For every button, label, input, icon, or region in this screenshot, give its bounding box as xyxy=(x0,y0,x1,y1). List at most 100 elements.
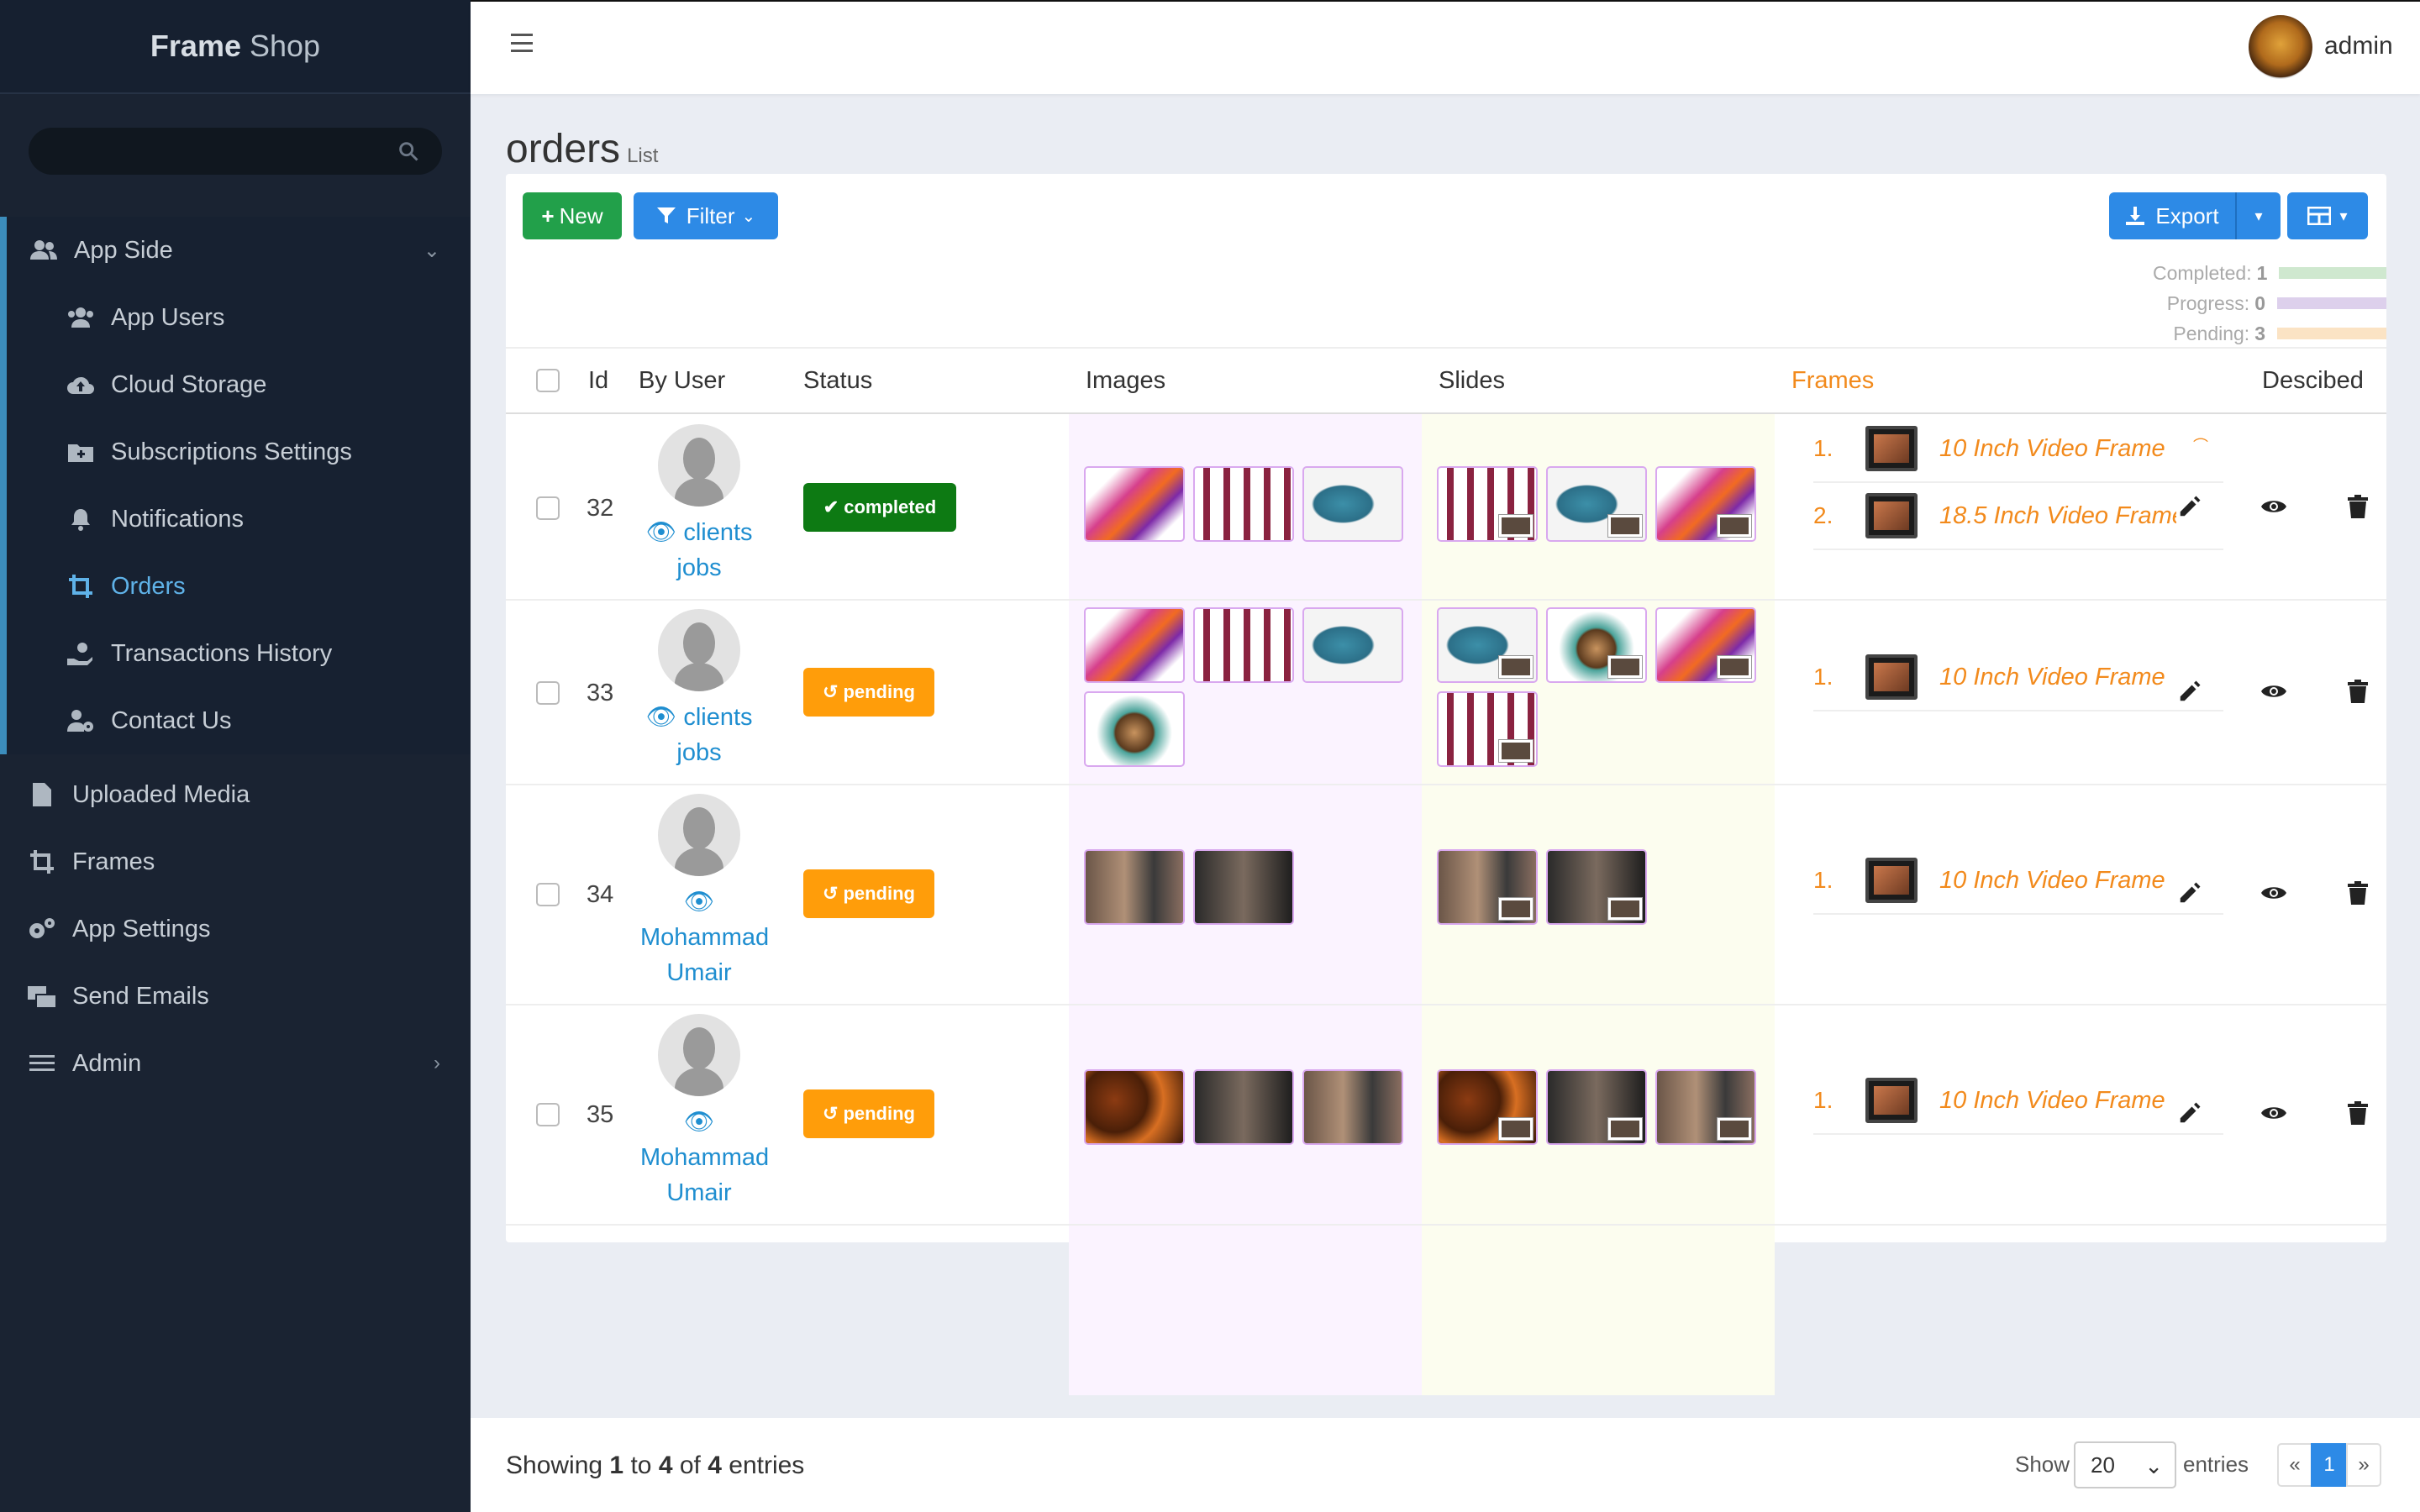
stat-value: 1 xyxy=(2256,261,2268,284)
image-thumb[interactable] xyxy=(1084,1069,1185,1145)
frame-name[interactable]: 10 Inch Video Frame xyxy=(1939,664,2176,691)
export-button[interactable]: Export xyxy=(2109,192,2235,239)
edit-icon[interactable] xyxy=(2173,1096,2207,1130)
sidebar-item-notifications[interactable]: Notifications xyxy=(7,486,471,553)
slide-thumb[interactable] xyxy=(1437,1069,1538,1145)
image-thumb[interactable] xyxy=(1193,607,1294,683)
sidebar-item-transactions-history[interactable]: Transactions History xyxy=(7,620,471,687)
col-header-user[interactable]: By User xyxy=(639,367,725,395)
top-header: admin xyxy=(471,0,2420,94)
image-thumb[interactable] xyxy=(1084,849,1185,925)
trash-icon[interactable] xyxy=(2341,1096,2375,1130)
row-user[interactable]: 👁 Mohammad Umair xyxy=(640,794,769,990)
frame-name[interactable]: 18.5 Inch Video Frame xyxy=(1939,502,2176,530)
frame-item[interactable]: 1. 10 Inch Video Frame xyxy=(1813,848,2223,915)
sidebar-item-orders[interactable]: Orders xyxy=(7,553,471,620)
frame-name[interactable]: 10 Inch Video Frame xyxy=(1939,1087,2176,1115)
image-thumb[interactable] xyxy=(1302,607,1403,683)
row-user[interactable]: 👁 Mohammad Umair xyxy=(640,1014,769,1210)
slide-thumb[interactable] xyxy=(1655,466,1756,542)
col-header-status[interactable]: Status xyxy=(803,367,872,395)
sidebar-item-app-side[interactable]: App Side ⌄ xyxy=(7,217,471,284)
user-name-link[interactable]: Mohammad Umair xyxy=(640,1144,769,1206)
sidebar-item-uploaded-media[interactable]: Uploaded Media xyxy=(0,761,471,828)
per-page-select[interactable]: 20 ⌄ xyxy=(2074,1441,2176,1488)
sidebar-item-subscriptions-settings[interactable]: Subscriptions Settings xyxy=(7,418,471,486)
slide-thumb[interactable] xyxy=(1655,1069,1756,1145)
sidebar-item-send-emails[interactable]: Send Emails xyxy=(0,963,471,1030)
header-username[interactable]: admin xyxy=(2324,32,2393,60)
view-icon[interactable] xyxy=(2257,876,2291,910)
view-icon[interactable] xyxy=(2257,675,2291,708)
page-title: orders List xyxy=(506,126,658,172)
image-thumb[interactable] xyxy=(1084,466,1185,542)
edit-icon[interactable] xyxy=(2173,490,2207,523)
row-user[interactable]: 👁 clients jobs xyxy=(640,424,758,585)
slide-thumb[interactable] xyxy=(1437,691,1538,767)
bell-icon xyxy=(66,504,96,534)
slide-thumb[interactable] xyxy=(1655,607,1756,683)
row-checkbox[interactable] xyxy=(536,496,560,520)
edit-icon[interactable] xyxy=(2173,876,2207,910)
sidebar-item-cloud-storage[interactable]: Cloud Storage xyxy=(7,351,471,418)
frame-name[interactable]: 10 Inch Video Frame xyxy=(1939,867,2176,895)
entries-label: entries xyxy=(2183,1452,2249,1477)
row-id: 33 xyxy=(587,680,614,706)
avatar[interactable] xyxy=(2249,15,2312,79)
image-thumb[interactable] xyxy=(1302,466,1403,542)
page-subtitle: List xyxy=(627,144,659,167)
frames-list: 1. 10 Inch Video Frame xyxy=(1813,848,2223,915)
new-button[interactable]: + New xyxy=(523,192,622,239)
frame-item[interactable]: 1. 10 Inch Video Frame ⌒ xyxy=(1813,416,2223,483)
frame-name[interactable]: 10 Inch Video Frame xyxy=(1939,435,2176,463)
row-checkbox[interactable] xyxy=(536,681,560,705)
row-checkbox[interactable] xyxy=(536,883,560,906)
sidebar-item-app-users[interactable]: App Users xyxy=(7,284,471,351)
trash-icon[interactable] xyxy=(2341,876,2375,910)
select-all-checkbox[interactable] xyxy=(536,369,560,392)
sidebar-item-admin[interactable]: Admin › xyxy=(0,1030,471,1097)
image-thumb[interactable] xyxy=(1084,607,1185,683)
slide-thumb[interactable] xyxy=(1437,849,1538,925)
view-icon[interactable] xyxy=(2257,1096,2291,1130)
col-header-id[interactable]: Id xyxy=(588,367,608,395)
view-icon[interactable] xyxy=(2257,490,2291,523)
user-name-link[interactable]: Mohammad Umair xyxy=(640,924,769,986)
hamburger-icon[interactable] xyxy=(511,34,533,52)
slide-thumb[interactable] xyxy=(1437,466,1538,542)
columns-button[interactable]: ▾ xyxy=(2287,192,2368,239)
user-name-link[interactable]: clients jobs xyxy=(676,704,752,766)
edit-icon[interactable] xyxy=(2173,675,2207,708)
eye-slash-icon[interactable]: ⌒ xyxy=(2193,434,2208,456)
slide-thumb[interactable] xyxy=(1546,466,1647,542)
image-thumb[interactable] xyxy=(1084,691,1185,767)
frame-item[interactable]: 1. 10 Inch Video Frame xyxy=(1813,644,2223,711)
image-thumb[interactable] xyxy=(1193,849,1294,925)
brand-logo[interactable]: Frame Shop xyxy=(0,0,471,94)
filter-button[interactable]: Filter ⌄ xyxy=(634,192,778,239)
row-checkbox[interactable] xyxy=(536,1103,560,1126)
image-thumb[interactable] xyxy=(1302,1069,1403,1145)
sidebar-search-input[interactable] xyxy=(29,128,442,175)
pagination-page-1[interactable]: 1 xyxy=(2311,1443,2348,1487)
frame-item[interactable]: 2. 18.5 Inch Video Frame xyxy=(1813,483,2223,550)
slide-thumb[interactable] xyxy=(1546,1069,1647,1145)
image-thumb[interactable] xyxy=(1193,1069,1294,1145)
slide-thumb[interactable] xyxy=(1546,607,1647,683)
export-dropdown-button[interactable]: ▾ xyxy=(2235,192,2281,239)
image-thumb[interactable] xyxy=(1193,466,1294,542)
row-id: 34 xyxy=(587,881,614,908)
slide-thumb[interactable] xyxy=(1437,607,1538,683)
user-name-link[interactable]: clients jobs xyxy=(676,519,752,581)
slide-thumb[interactable] xyxy=(1546,849,1647,925)
trash-icon[interactable] xyxy=(2341,490,2375,523)
sidebar-item-app-settings[interactable]: App Settings xyxy=(0,895,471,963)
row-actions xyxy=(2173,876,2375,910)
row-user[interactable]: 👁 clients jobs xyxy=(640,609,758,770)
sidebar-item-frames[interactable]: Frames xyxy=(0,828,471,895)
pagination-prev[interactable]: « xyxy=(2277,1443,2312,1487)
sidebar-item-contact-us[interactable]: Contact Us xyxy=(7,687,471,754)
trash-icon[interactable] xyxy=(2341,675,2375,708)
frame-item[interactable]: 1. 10 Inch Video Frame xyxy=(1813,1068,2223,1135)
pagination-next[interactable]: » xyxy=(2346,1443,2381,1487)
